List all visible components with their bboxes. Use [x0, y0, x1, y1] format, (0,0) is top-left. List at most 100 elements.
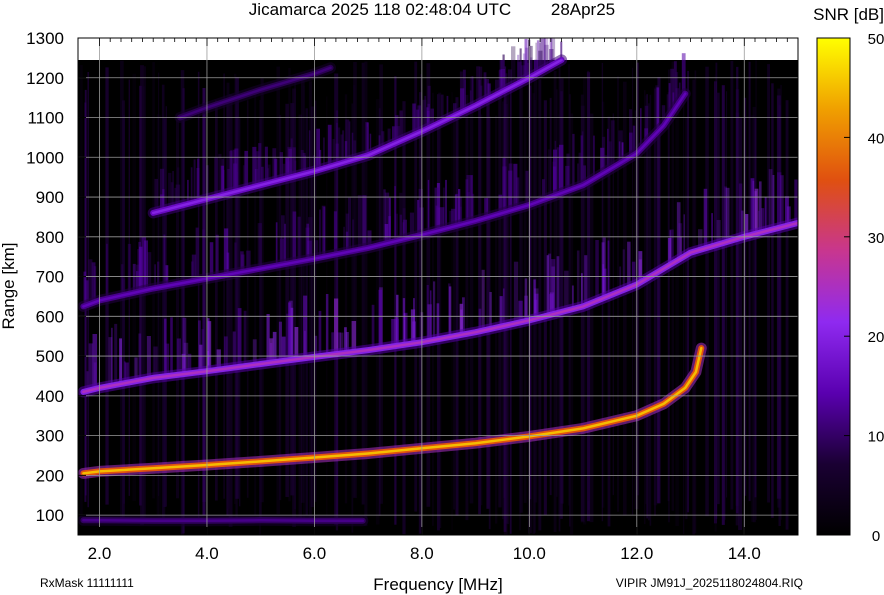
- spread-echo-streak: [418, 188, 423, 236]
- spread-echo-streak: [777, 172, 782, 229]
- spread-echo-streak: [595, 240, 599, 302]
- spread-echo-streak: [114, 323, 118, 386]
- noise-streak: [351, 103, 354, 533]
- spread-echo-streak: [278, 321, 282, 362]
- spread-echo-streak: [201, 329, 204, 372]
- spread-echo-streak: [106, 243, 108, 299]
- noise-streak: [705, 66, 709, 517]
- noise-streak: [736, 66, 739, 514]
- noise-streak: [716, 92, 720, 505]
- spread-echo-streak: [108, 337, 113, 387]
- colorbar-tick-label: 10: [868, 429, 884, 446]
- spread-echo-streak: [465, 179, 469, 224]
- spread-echo-streak: [772, 175, 775, 230]
- noise-streak: [451, 92, 453, 531]
- spread-echo-streak: [198, 320, 201, 373]
- noise-streak: [776, 95, 781, 499]
- spread-echo-streak: [754, 188, 759, 235]
- noise-streak: [671, 61, 674, 511]
- x-tick-label: 2.0: [88, 544, 112, 563]
- spread-echo-streak: [325, 294, 329, 356]
- spread-echo-streak: [513, 163, 518, 210]
- x-tick-label: 6.0: [303, 544, 327, 563]
- spread-echo-streak: [508, 163, 513, 212]
- spread-echo-streak: [371, 304, 375, 350]
- noise-streak: [587, 70, 590, 501]
- noise-streak: [683, 95, 685, 535]
- spread-echo-streak: [399, 192, 403, 241]
- y-axis-label: Range [km]: [0, 243, 18, 330]
- spread-echo-streak: [448, 286, 452, 338]
- spread-echo-streak: [88, 343, 94, 391]
- plot-area: [77, 37, 799, 536]
- spread-echo-streak: [601, 242, 605, 299]
- noise-streak: [80, 65, 83, 521]
- colorbar-tick-label: 30: [868, 230, 884, 247]
- y-tick-label: 1200: [26, 69, 64, 88]
- x-tick-label: 14.0: [728, 544, 761, 563]
- spread-echo-streak: [347, 197, 351, 252]
- x-axis-label: Frequency [MHz]: [373, 575, 502, 594]
- spread-echo-streak: [362, 195, 367, 250]
- spread-echo-streak: [237, 308, 242, 368]
- noise-streak: [714, 96, 716, 498]
- noise-streak: [730, 60, 734, 510]
- spread-echo-streak: [288, 302, 291, 361]
- spread-echo-streak: [556, 147, 560, 195]
- spread-echo-streak: [427, 179, 430, 234]
- noise-streak: [623, 81, 627, 516]
- noise-streak: [495, 115, 498, 524]
- noise-streak: [685, 117, 688, 520]
- y-tick-label: 1000: [26, 148, 64, 167]
- spread-echo-streak: [584, 255, 588, 306]
- spread-echo-streak: [725, 187, 730, 243]
- noise-streak: [645, 95, 648, 504]
- spread-echo-streak: [163, 234, 166, 287]
- spread-echo-streak: [703, 188, 708, 249]
- spread-echo-streak: [319, 209, 321, 258]
- noise-streak: [649, 94, 652, 526]
- spread-echo-streak: [433, 281, 436, 341]
- spread-echo-streak: [193, 159, 196, 203]
- noise-streak: [455, 97, 459, 516]
- noise-streak: [754, 118, 757, 498]
- colorbar-label: SNR [dB]: [813, 5, 884, 24]
- spread-echo-streak: [481, 269, 485, 331]
- spread-echo-streak: [333, 211, 337, 255]
- noise-streak: [647, 103, 650, 521]
- noise-streak: [418, 103, 420, 535]
- spread-echo-streak: [334, 298, 339, 355]
- noise-streak: [538, 79, 542, 531]
- chart-title: Jicamarca 2025 118 02:48:04 UTC: [249, 0, 511, 19]
- spread-echo-streak: [470, 175, 473, 223]
- y-tick-label: 1300: [26, 29, 64, 48]
- spread-echo-streak: [323, 206, 326, 257]
- noise-streak: [223, 73, 225, 499]
- spread-echo-streak: [554, 140, 557, 196]
- colorbar-bar: [816, 37, 851, 536]
- noise-streak: [361, 62, 365, 505]
- noise-streak: [465, 94, 469, 521]
- spread-echo-streak: [357, 195, 362, 250]
- spread-echo-streak: [195, 227, 199, 281]
- spread-echo-streak: [127, 243, 132, 295]
- y-tick-label: 200: [36, 466, 64, 485]
- y-tick-label: 800: [36, 228, 64, 247]
- noise-streak: [767, 64, 770, 503]
- noise-streak: [721, 85, 725, 525]
- spread-echo-streak: [445, 179, 447, 229]
- y-tick-label: 400: [36, 387, 64, 406]
- noise-streak: [161, 84, 165, 522]
- spread-echo-streak: [243, 310, 247, 367]
- noise-streak: [644, 90, 646, 525]
- y-tick-label: 300: [36, 427, 64, 446]
- rxmask-label: RxMask 11111111: [40, 576, 134, 590]
- noise-streak: [353, 62, 357, 498]
- y-tick-label: 900: [36, 188, 64, 207]
- noise-streak: [667, 92, 670, 502]
- noise-streak: [518, 61, 522, 531]
- y-tick-label: 600: [36, 307, 64, 326]
- spread-echo-streak: [119, 338, 122, 385]
- spread-echo-streak: [170, 317, 173, 376]
- spread-echo-streak: [257, 223, 262, 270]
